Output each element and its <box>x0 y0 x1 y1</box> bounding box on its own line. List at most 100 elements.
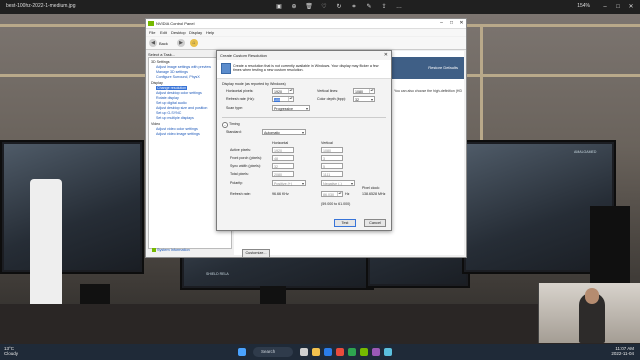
tree-item-desktop-color[interactable]: Adjust desktop color settings <box>156 91 202 95</box>
edge-icon[interactable] <box>324 348 332 356</box>
menu-desktop[interactable]: Desktop <box>171 30 186 35</box>
cancel-button[interactable]: Cancel <box>364 219 386 227</box>
sync-width-h: 32 <box>272 163 294 169</box>
active-pixels-h: 1920 <box>272 147 294 153</box>
crop-icon[interactable]: ⌗ <box>350 3 358 11</box>
refresh-rate-field[interactable]: 100 ▴▾ <box>272 96 294 102</box>
cell-value: Positive (+) <box>274 182 293 186</box>
color-depth-select[interactable]: 32 ▾ <box>353 96 375 102</box>
row-label: Active pixels: <box>230 148 251 152</box>
back-icon[interactable]: ◀ <box>149 39 157 47</box>
zoom-in-icon[interactable]: ⊕ <box>290 3 298 11</box>
photos-icon[interactable] <box>384 348 392 356</box>
tree-item-image-settings[interactable]: Adjust image settings with preview <box>156 65 211 69</box>
tree-item-3d-settings[interactable]: 3D Settings <box>151 60 170 64</box>
refresh-rate-row-label: Refresh rate: <box>230 192 251 196</box>
cell-value: 2080 <box>274 173 282 177</box>
cell-value: 32 <box>274 165 278 169</box>
cell-value: 3 <box>323 157 325 161</box>
menu-edit[interactable]: Edit <box>160 30 167 35</box>
minimize-icon[interactable]: – <box>600 2 610 12</box>
app-icon[interactable] <box>336 348 344 356</box>
zoom-level: 154% <box>577 3 590 9</box>
tree-item-change-resolution[interactable]: Change resolution <box>156 86 188 90</box>
sync-width-v: 5 <box>321 163 343 169</box>
favorite-icon[interactable]: ♡ <box>320 3 328 11</box>
maximize-icon[interactable]: □ <box>613 2 623 12</box>
forward-icon[interactable]: ▶ <box>177 39 185 47</box>
tree-item-surround[interactable]: Configure Surround, PhysX <box>156 75 200 79</box>
hz-unit: Hz <box>345 192 350 196</box>
back-label[interactable]: Back <box>159 41 168 46</box>
tree-item-video-image[interactable]: Adjust video image settings <box>156 132 200 136</box>
task-view-icon[interactable] <box>300 348 308 356</box>
customize-button[interactable]: Customize... <box>242 249 270 258</box>
file-explorer-icon[interactable] <box>312 348 320 356</box>
banner-text: Create a resolution that is not currentl… <box>233 64 379 73</box>
rotate-icon[interactable]: ↻ <box>335 3 343 11</box>
edit-icon[interactable]: ✎ <box>365 3 373 11</box>
more-icon[interactable]: … <box>395 3 403 11</box>
cell-value: Negative (-) <box>323 182 342 186</box>
photo-viewer-toolbar: best-100hz-2022-1-medium.jpg ▣ ⊕ 🗑 ♡ ↻ ⌗… <box>0 0 640 14</box>
menu-file[interactable]: File <box>149 30 155 35</box>
file-name: best-100hz-2022-1-medium.jpg <box>6 3 76 9</box>
maximize-icon[interactable]: □ <box>447 20 456 27</box>
standard-select[interactable]: Automatic ▾ <box>262 129 306 135</box>
start-icon[interactable] <box>238 348 246 356</box>
spinner-icon[interactable]: ▴▾ <box>288 97 293 101</box>
app-icon[interactable] <box>348 348 356 356</box>
scan-type-value: Progressive <box>274 107 293 111</box>
restore-defaults-link[interactable]: Restore Defaults <box>428 65 458 70</box>
chevron-down-icon: ▾ <box>305 106 308 111</box>
row-label: Total pixels: <box>230 172 249 176</box>
tree-item-rotate[interactable]: Rotate display <box>156 96 179 100</box>
ncp-title: NVIDIA Control Panel <box>156 21 195 26</box>
system-information-label[interactable]: System Information <box>157 248 190 252</box>
tree-item-video[interactable]: Video <box>151 122 160 126</box>
color-depth-value: 32 <box>355 98 359 102</box>
share-icon[interactable]: ⇪ <box>380 3 388 11</box>
menu-help[interactable]: Help <box>206 30 214 35</box>
create-custom-resolution-dialog: Create Custom Resolution ✕ Create a reso… <box>216 50 392 231</box>
tree-item-manage-3d[interactable]: Manage 3D settings <box>156 70 188 74</box>
menu-display[interactable]: Display <box>189 30 202 35</box>
vertical-lines-value: 1080 <box>355 90 363 94</box>
tree-item-multiple-displays[interactable]: Set up multiple displays <box>156 116 194 120</box>
chevron-down-icon: ▾ <box>350 181 353 186</box>
tree-item-display[interactable]: Display <box>151 81 163 85</box>
tree-item-desktop-size[interactable]: Adjust desktop size and position <box>156 106 207 110</box>
active-pixels-v: 1080 <box>321 147 343 153</box>
minimize-icon[interactable]: – <box>437 20 446 27</box>
standard-label: Standard: <box>226 130 242 134</box>
system-information-link[interactable]: System Information <box>152 248 190 252</box>
dialog-banner: Create a resolution that is not currentl… <box>217 60 391 79</box>
tree-item-video-color[interactable]: Adjust video color settings <box>156 127 198 131</box>
spinner-icon[interactable]: ▴▾ <box>369 89 374 93</box>
ncp-menubar: File Edit Desktop Display Help <box>146 29 466 36</box>
spinner-icon[interactable]: ▴▾ <box>288 89 293 93</box>
chevron-down-icon: ▾ <box>301 181 304 186</box>
system-tray-clock[interactable]: 11:07 AM 2022-11-04 <box>611 346 634 356</box>
weather-widget[interactable]: 13°C Cloudy <box>4 346 18 356</box>
app-icon[interactable] <box>372 348 380 356</box>
divider <box>222 117 386 118</box>
tree-item-gsync[interactable]: Set up G-SYNC <box>156 111 181 115</box>
image-icon[interactable]: ▣ <box>275 3 283 11</box>
horizontal-pixels-field[interactable]: 1920 ▴▾ <box>272 88 294 94</box>
delete-icon[interactable]: 🗑 <box>305 3 313 11</box>
tree-item-digital-audio[interactable]: Set up digital audio <box>156 101 187 105</box>
search-box[interactable]: Search <box>253 347 293 357</box>
spinner-icon: ▴▾ <box>337 191 342 196</box>
close-icon[interactable]: ✕ <box>384 52 388 58</box>
home-icon[interactable]: ⌂ <box>190 39 198 47</box>
close-icon[interactable]: ✕ <box>457 20 466 27</box>
color-depth-label: Color depth (bpp): <box>317 97 346 101</box>
vertical-lines-field[interactable]: 1080 ▴▾ <box>353 88 375 94</box>
collapse-icon[interactable]: − <box>222 122 228 128</box>
test-button[interactable]: Test <box>334 219 356 227</box>
nvidia-logo-icon <box>148 21 154 26</box>
nvidia-icon[interactable] <box>360 348 368 356</box>
scan-type-select[interactable]: Progressive ▾ <box>272 105 310 111</box>
close-icon[interactable]: ✕ <box>626 2 636 12</box>
